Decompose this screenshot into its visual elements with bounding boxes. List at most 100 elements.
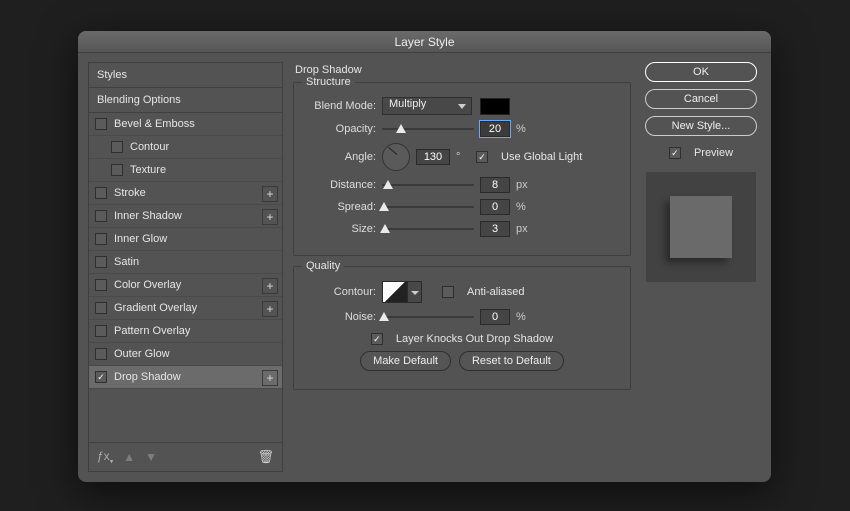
size-slider[interactable] <box>382 222 474 236</box>
style-checkbox[interactable] <box>95 371 107 383</box>
style-item-contour[interactable]: Contour <box>89 136 282 159</box>
move-down-icon[interactable]: ▼ <box>145 450 157 464</box>
opacity-unit: % <box>516 123 530 135</box>
ok-button[interactable]: OK <box>645 62 757 82</box>
style-checkbox[interactable] <box>95 325 107 337</box>
angle-dial[interactable] <box>382 143 410 171</box>
preview-checkbox[interactable] <box>669 147 681 159</box>
reset-default-button[interactable]: Reset to Default <box>459 351 564 371</box>
angle-input[interactable]: 130 <box>416 149 450 165</box>
style-item-inner-shadow[interactable]: Inner Shadow + <box>89 205 282 228</box>
use-global-light-checkbox[interactable] <box>476 151 488 163</box>
style-item-label: Stroke <box>114 187 146 199</box>
angle-unit: ° <box>456 151 470 163</box>
trash-icon[interactable]: 🗑 <box>257 449 274 465</box>
add-instance-icon[interactable]: + <box>262 186 278 202</box>
anti-aliased-label: Anti-aliased <box>467 286 524 298</box>
distance-unit: px <box>516 179 530 191</box>
size-input[interactable]: 3 <box>480 221 510 237</box>
distance-slider[interactable] <box>382 178 474 192</box>
add-instance-icon[interactable]: + <box>262 370 278 386</box>
style-item-bevel-emboss[interactable]: Bevel & Emboss <box>89 113 282 136</box>
blend-mode-value: Multiply <box>389 98 426 110</box>
style-item-label: Bevel & Emboss <box>114 118 195 130</box>
preview-thumbnail <box>646 172 756 282</box>
structure-group: Structure Blend Mode: Multiply Opacity: … <box>293 82 631 256</box>
style-item-color-overlay[interactable]: Color Overlay + <box>89 274 282 297</box>
contour-picker[interactable] <box>382 281 408 303</box>
style-item-label: Gradient Overlay <box>114 302 197 314</box>
style-checkbox[interactable] <box>95 233 107 245</box>
style-checkbox[interactable] <box>95 187 107 199</box>
new-style-button[interactable]: New Style... <box>645 116 757 136</box>
move-up-icon[interactable]: ▲ <box>123 450 135 464</box>
style-checkbox[interactable] <box>95 302 107 314</box>
noise-label: Noise: <box>306 311 376 323</box>
style-item-pattern-overlay[interactable]: Pattern Overlay <box>89 320 282 343</box>
style-checkbox[interactable] <box>111 164 123 176</box>
style-item-outer-glow[interactable]: Outer Glow <box>89 343 282 366</box>
contour-dropdown-icon[interactable] <box>408 281 422 303</box>
knocks-out-label: Layer Knocks Out Drop Shadow <box>396 333 553 345</box>
style-item-label: Inner Shadow <box>114 210 182 222</box>
styles-footer: ƒx▾ ▲ ▼ 🗑 <box>89 442 282 471</box>
spread-input[interactable]: 0 <box>480 199 510 215</box>
noise-input[interactable]: 0 <box>480 309 510 325</box>
noise-slider[interactable] <box>382 310 474 324</box>
size-unit: px <box>516 223 530 235</box>
styles-header[interactable]: Styles <box>89 63 282 88</box>
style-item-label: Pattern Overlay <box>114 325 190 337</box>
style-item-label: Satin <box>114 256 139 268</box>
knocks-out-checkbox[interactable] <box>371 333 383 345</box>
style-checkbox[interactable] <box>95 348 107 360</box>
blend-mode-label: Blend Mode: <box>306 100 376 112</box>
style-item-label: Outer Glow <box>114 348 170 360</box>
style-item-label: Color Overlay <box>114 279 181 291</box>
spread-slider[interactable] <box>382 200 474 214</box>
add-instance-icon[interactable]: + <box>262 209 278 225</box>
add-instance-icon[interactable]: + <box>262 278 278 294</box>
styles-list-panel: Styles Blending Options Bevel & Emboss Co… <box>88 62 283 472</box>
style-item-label: Texture <box>130 164 166 176</box>
style-item-gradient-overlay[interactable]: Gradient Overlay + <box>89 297 282 320</box>
opacity-slider[interactable] <box>382 122 474 136</box>
style-item-label: Drop Shadow <box>114 371 181 383</box>
style-item-texture[interactable]: Texture <box>89 159 282 182</box>
add-instance-icon[interactable]: + <box>262 301 278 317</box>
size-label: Size: <box>306 223 376 235</box>
layer-style-dialog: Layer Style Styles Blending Options Beve… <box>78 31 771 482</box>
make-default-button[interactable]: Make Default <box>360 351 451 371</box>
spread-unit: % <box>516 201 530 213</box>
distance-input[interactable]: 8 <box>480 177 510 193</box>
preview-label: Preview <box>694 147 733 159</box>
fx-icon[interactable]: ƒx▾ <box>97 449 113 465</box>
angle-label: Angle: <box>306 151 376 163</box>
style-checkbox[interactable] <box>95 279 107 291</box>
style-item-inner-glow[interactable]: Inner Glow <box>89 228 282 251</box>
shadow-color-swatch[interactable] <box>480 98 510 115</box>
settings-panel: Drop Shadow Structure Blend Mode: Multip… <box>293 62 631 472</box>
use-global-light-label: Use Global Light <box>501 151 582 163</box>
style-item-label: Inner Glow <box>114 233 167 245</box>
style-item-stroke[interactable]: Stroke + <box>89 182 282 205</box>
cancel-button[interactable]: Cancel <box>645 89 757 109</box>
contour-label: Contour: <box>306 286 376 298</box>
quality-label: Quality <box>302 260 344 272</box>
dialog-title: Layer Style <box>78 31 771 53</box>
style-item-drop-shadow[interactable]: Drop Shadow + <box>89 366 282 389</box>
style-checkbox[interactable] <box>111 141 123 153</box>
preview-inner <box>670 196 732 258</box>
style-checkbox[interactable] <box>95 210 107 222</box>
style-checkbox[interactable] <box>95 118 107 130</box>
opacity-label: Opacity: <box>306 123 376 135</box>
style-checkbox[interactable] <box>95 256 107 268</box>
opacity-input[interactable]: 20 <box>480 121 510 137</box>
anti-aliased-checkbox[interactable] <box>442 286 454 298</box>
quality-group: Quality Contour: Anti-aliased Noise: 0 % <box>293 266 631 390</box>
blending-options[interactable]: Blending Options <box>89 88 282 113</box>
blend-mode-select[interactable]: Multiply <box>382 97 472 115</box>
style-item-label: Contour <box>130 141 169 153</box>
distance-label: Distance: <box>306 179 376 191</box>
style-item-satin[interactable]: Satin <box>89 251 282 274</box>
spread-label: Spread: <box>306 201 376 213</box>
